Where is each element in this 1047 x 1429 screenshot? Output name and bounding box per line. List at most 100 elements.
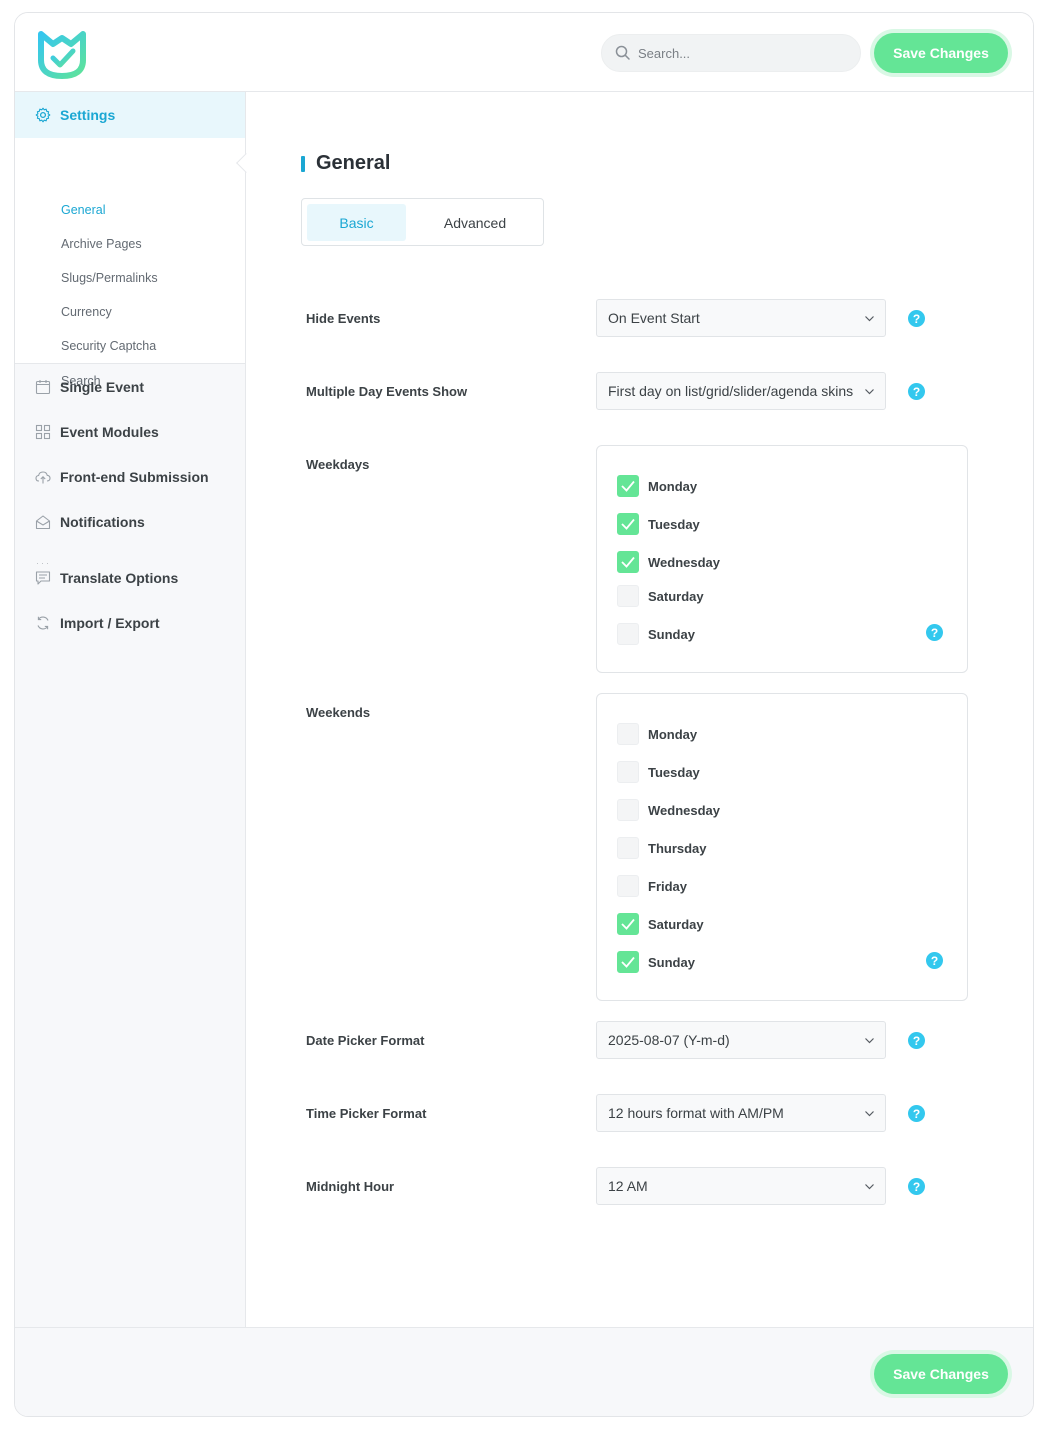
checkbox-unchecked[interactable] xyxy=(617,585,639,607)
date-picker-select[interactable]: 2025-08-07 (Y-m-d) xyxy=(596,1021,886,1059)
multiple-day-select[interactable]: First day on list/grid/slider/agenda ski… xyxy=(596,372,886,410)
sidebar-item-label: Event Modules xyxy=(60,424,159,440)
footer-bar: Save Changes xyxy=(15,1327,1033,1416)
chevron-down-icon xyxy=(865,1111,874,1117)
submenu-item-currency[interactable]: Currency xyxy=(61,305,112,319)
settings-submenu: General Archive Pages Slugs/Permalinks C… xyxy=(15,138,256,388)
weekday-checkbox-wednesday[interactable]: Wednesday xyxy=(617,551,720,573)
checkbox-checked[interactable] xyxy=(617,913,639,935)
submenu-item-slugs[interactable]: Slugs/Permalinks xyxy=(61,271,158,285)
weekend-checkbox-sunday[interactable]: Sunday xyxy=(617,951,695,973)
time-picker-label: Time Picker Format xyxy=(306,1106,427,1121)
multiple-day-label: Multiple Day Events Show xyxy=(306,384,468,399)
search-input[interactable] xyxy=(638,43,848,63)
hide-events-select[interactable]: On Event Start xyxy=(596,299,886,337)
app-frame: Save Changes Settings General Archive Pa… xyxy=(14,12,1034,1417)
weekend-checkbox-friday[interactable]: Friday xyxy=(617,875,687,897)
sidebar-item-import-export[interactable]: Import / Export xyxy=(35,615,160,631)
weekday-checkbox-monday[interactable]: Monday xyxy=(617,475,697,497)
save-button-bottom[interactable]: Save Changes xyxy=(874,1354,1008,1394)
checkbox-label: Thursday xyxy=(648,840,707,856)
checkbox-label: Friday xyxy=(648,878,688,894)
help-icon[interactable]: ? xyxy=(908,1032,925,1049)
title-accent-bar xyxy=(301,156,305,172)
sidebar-item-label: Notifications xyxy=(60,514,145,530)
date-picker-label: Date Picker Format xyxy=(306,1033,425,1048)
checkbox-label: Wednesday xyxy=(648,802,721,818)
checkbox-checked[interactable] xyxy=(617,475,639,497)
help-icon[interactable]: ? xyxy=(908,310,925,327)
checkbox-label: Tuesday xyxy=(648,764,700,780)
checkbox-checked[interactable] xyxy=(617,513,639,535)
select-value: 2025-08-07 (Y-m-d) xyxy=(608,1032,730,1048)
weekdays-label: Weekdays xyxy=(306,457,370,472)
help-icon[interactable]: ? xyxy=(908,1105,925,1122)
sidebar-item-label: Single Event xyxy=(60,379,145,395)
weekday-checkbox-sunday[interactable]: Sunday xyxy=(617,623,695,645)
weekend-checkbox-monday[interactable]: Monday xyxy=(617,723,697,745)
tab-advanced[interactable]: Advanced xyxy=(412,204,538,241)
select-value: 12 AM xyxy=(608,1178,648,1194)
chevron-down-icon xyxy=(865,1184,874,1190)
weekend-checkbox-thursday[interactable]: Thursday xyxy=(617,837,707,859)
checkbox-unchecked[interactable] xyxy=(617,837,639,859)
submenu-item-security-captcha[interactable]: Security Captcha xyxy=(61,339,156,353)
sidebar-item-label: Import / Export xyxy=(60,615,160,631)
sidebar-item-single-event[interactable]: Single Event xyxy=(35,379,144,395)
checkbox-checked[interactable] xyxy=(617,551,639,573)
submenu-item-general[interactable]: General xyxy=(61,203,105,217)
check-icon xyxy=(621,956,635,968)
checkbox-unchecked[interactable] xyxy=(617,723,639,745)
checkbox-unchecked[interactable] xyxy=(617,623,639,645)
help-icon[interactable]: ? xyxy=(908,1178,925,1195)
weekend-checkbox-tuesday[interactable]: Tuesday xyxy=(617,761,700,783)
app-logo xyxy=(38,31,86,79)
weekday-checkbox-tuesday[interactable]: Tuesday xyxy=(617,513,700,535)
weekend-checkbox-wednesday[interactable]: Wednesday xyxy=(617,799,720,821)
check-icon xyxy=(621,518,635,530)
sidebar-item-label: Translate Options xyxy=(60,570,179,586)
hide-events-label: Hide Events xyxy=(306,311,381,326)
checkbox-label: Wednesday xyxy=(648,554,721,570)
select-value: On Event Start xyxy=(608,310,700,326)
submenu-item-archive-pages[interactable]: Archive Pages xyxy=(61,237,142,251)
check-icon xyxy=(621,556,635,568)
help-icon[interactable]: ? xyxy=(926,624,943,641)
checkbox-checked[interactable] xyxy=(617,951,639,973)
weekends-label: Weekends xyxy=(306,705,371,720)
select-value: First day on list/grid/slider/agenda ski… xyxy=(608,383,854,399)
checkbox-unchecked[interactable] xyxy=(617,761,639,783)
sidebar-item-notifications[interactable]: Notifications xyxy=(35,514,145,530)
chevron-down-icon xyxy=(865,316,874,322)
sidebar-item-frontend-submission[interactable]: Front-end Submission xyxy=(35,469,209,485)
time-picker-select[interactable]: 12 hours format with AM/PM xyxy=(596,1094,886,1132)
help-icon[interactable]: ? xyxy=(926,952,943,969)
midnight-hour-select[interactable]: 12 AM xyxy=(596,1167,886,1205)
chevron-down-icon xyxy=(865,1038,874,1044)
checkbox-label: Monday xyxy=(648,478,698,494)
checkbox-unchecked[interactable] xyxy=(617,799,639,821)
envelope-icon xyxy=(35,515,51,530)
check-icon xyxy=(621,480,635,492)
weekend-checkbox-saturday[interactable]: Saturday xyxy=(617,913,704,935)
midnight-hour-label: Midnight Hour xyxy=(306,1179,395,1194)
search-box[interactable] xyxy=(601,34,861,72)
checkbox-label: Monday xyxy=(648,726,698,742)
help-icon[interactable]: ? xyxy=(908,383,925,400)
sidebar: Settings General Archive Pages Slugs/Per… xyxy=(15,92,256,1327)
sidebar-item-label: Front-end Submission xyxy=(60,469,209,485)
checkbox-label: Sunday xyxy=(648,954,695,970)
grid-icon xyxy=(35,424,51,440)
checkbox-unchecked[interactable] xyxy=(617,875,639,897)
check-icon xyxy=(621,918,635,930)
save-button-top[interactable]: Save Changes xyxy=(874,33,1008,73)
main-content: General Basic Advanced Hide Events On Ev… xyxy=(247,92,1033,1327)
weekday-checkbox-saturday[interactable]: Saturday xyxy=(617,585,704,607)
tab-group: Basic Advanced xyxy=(301,198,544,246)
sidebar-item-settings[interactable]: Settings xyxy=(15,92,245,138)
select-value: 12 hours format with AM/PM xyxy=(608,1105,784,1121)
tab-basic[interactable]: Basic xyxy=(307,204,406,241)
sidebar-item-event-modules[interactable]: Event Modules xyxy=(35,424,159,440)
sync-icon xyxy=(37,616,49,630)
sidebar-item-translate-options[interactable]: Translate Options xyxy=(35,570,178,586)
